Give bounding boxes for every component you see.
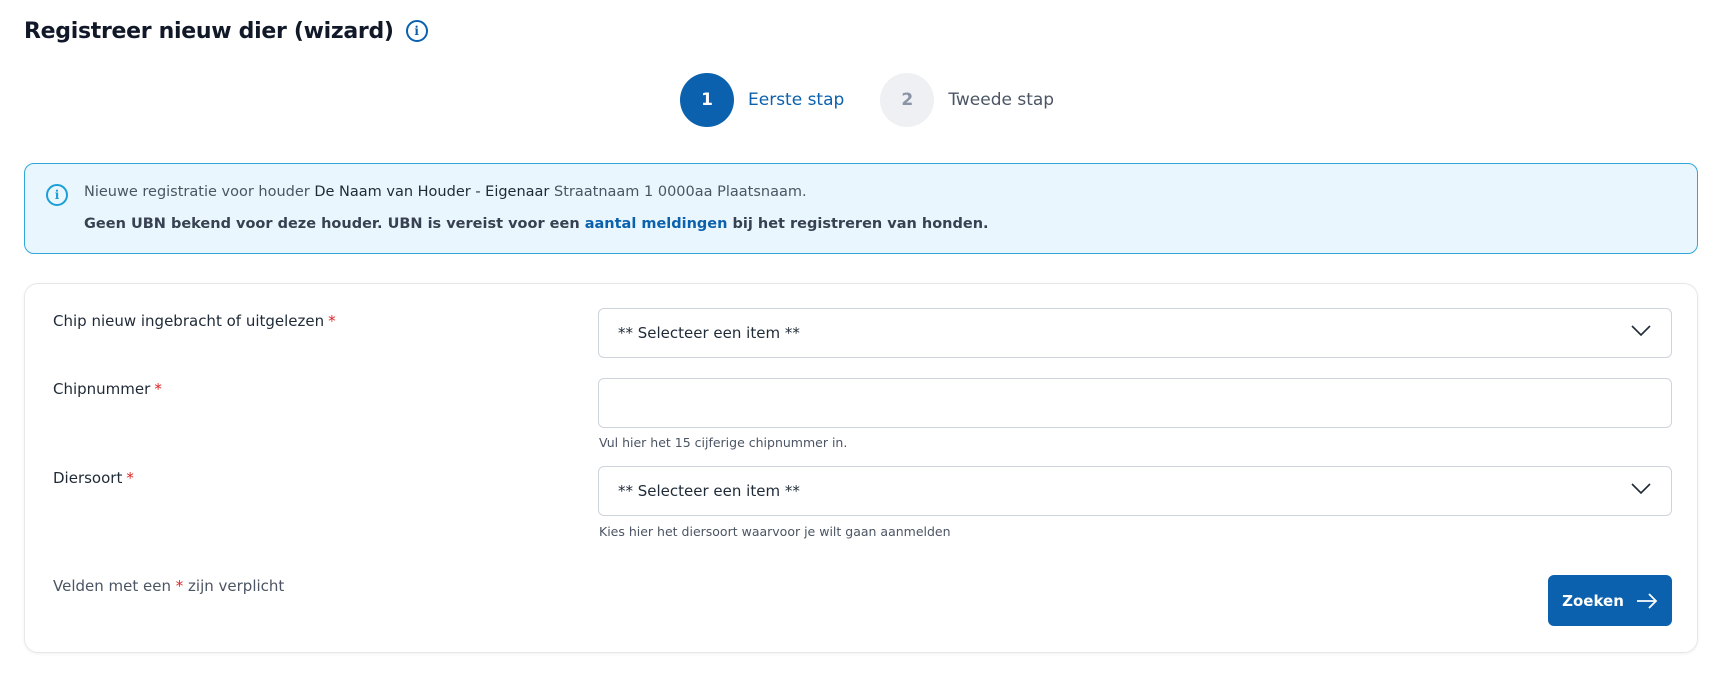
search-button[interactable]: Zoeken xyxy=(1548,575,1672,626)
chevron-down-icon xyxy=(1631,483,1651,495)
holder-notice: i Nieuwe registratie voor houder De Naam… xyxy=(24,163,1698,254)
notice-prefix: Nieuwe registratie voor houder xyxy=(84,184,310,200)
holder-address: Straatnaam 1 0000aa Plaatsnaam. xyxy=(554,184,807,200)
step-1-label: Eerste stap xyxy=(748,90,845,110)
species-select[interactable]: ** Selecteer een item ** xyxy=(598,466,1672,516)
chip-number-input[interactable] xyxy=(598,378,1672,428)
required-fields-note: Velden met een * zijn verplicht xyxy=(53,577,284,595)
chip-number-help: Vul hier het 15 cijferige chipnummer in. xyxy=(599,435,848,450)
chip-source-label-text: Chip nieuw ingebracht of uitgelezen xyxy=(53,312,325,330)
step-2-number: 2 xyxy=(880,73,935,127)
step-2-label: Tweede stap xyxy=(948,90,1055,110)
species-label: Diersoort * xyxy=(53,469,134,487)
notice-line-ubn: Geen UBN bekend voor deze houder. UBN is… xyxy=(84,216,989,232)
arrow-right-icon xyxy=(1636,592,1658,609)
species-selected-value: ** Selecteer een item ** xyxy=(618,482,800,500)
chip-source-selected-value: ** Selecteer een item ** xyxy=(618,324,800,342)
chevron-down-icon xyxy=(1631,325,1651,337)
wizard-stepper: 1 Eerste stap 2 Tweede stap xyxy=(680,73,1090,127)
ubn-warning-prefix: Geen UBN bekend voor deze houder. UBN is… xyxy=(84,216,580,232)
required-marker: * xyxy=(328,312,336,330)
page-header: Registreer nieuw dier (wizard) i xyxy=(24,16,428,46)
holder-name: De Naam van Houder - Eigenaar xyxy=(314,184,550,200)
chip-source-select[interactable]: ** Selecteer een item ** xyxy=(598,308,1672,358)
aantal-meldingen-link[interactable]: aantal meldingen xyxy=(585,216,728,232)
page-title: Registreer nieuw dier (wizard) xyxy=(24,18,394,44)
chip-source-label: Chip nieuw ingebracht of uitgelezen * xyxy=(53,312,336,330)
info-circle-icon: i xyxy=(46,184,68,206)
required-marker: * xyxy=(175,577,184,595)
search-button-label: Zoeken xyxy=(1562,591,1624,610)
species-help: Kies hier het diersoort waarvoor je wilt… xyxy=(599,524,951,539)
required-marker: * xyxy=(154,380,162,398)
ubn-warning-suffix: bij het registreren van honden. xyxy=(732,216,989,232)
step-2[interactable]: 2 Tweede stap xyxy=(880,73,1054,127)
species-label-text: Diersoort xyxy=(53,469,123,487)
step-1-number: 1 xyxy=(680,73,734,127)
info-circle-icon[interactable]: i xyxy=(405,20,428,42)
notice-line-holder: Nieuwe registratie voor houder De Naam v… xyxy=(84,184,807,200)
required-note-suffix: zijn verplicht xyxy=(188,577,285,595)
required-note-prefix: Velden met een xyxy=(53,577,171,595)
chip-number-label: Chipnummer * xyxy=(53,380,162,398)
chip-number-label-text: Chipnummer xyxy=(53,380,151,398)
registration-form: Chip nieuw ingebracht of uitgelezen * ** … xyxy=(24,283,1698,653)
required-marker: * xyxy=(126,469,134,487)
step-1[interactable]: 1 Eerste stap xyxy=(680,73,844,127)
